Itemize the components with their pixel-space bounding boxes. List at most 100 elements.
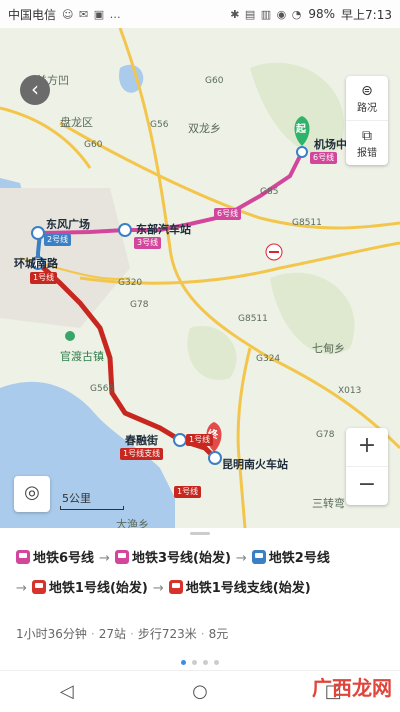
page-dot [214,660,219,665]
arrow-icon: → [152,581,164,596]
clock: 早上7:13 [341,7,392,22]
route-segment: 地铁1号线支线(始发) [168,580,311,596]
place-label: 三转弯 [312,497,345,510]
page-dot [203,660,208,665]
report-icon: ⧉ [362,127,372,144]
road-label: G320 [118,278,143,288]
road-label: X013 [338,386,362,396]
nav-home-button[interactable]: ○ [170,681,230,702]
map-canvas [0,28,400,528]
stop-count: 27站 [98,627,127,641]
zoom-out-button[interactable]: − [346,466,388,505]
sheet-handle[interactable] [190,532,210,535]
place-label: 官渡古镇 [60,350,104,363]
road-label: G8511 [292,218,322,228]
watermark: 广西龙网 [312,672,392,701]
zoom-control: + − [346,428,388,505]
crosshair-icon: ◎ [24,482,40,503]
watermark-text: 广西龙网 [312,676,392,700]
traffic-label: 路况 [357,102,377,114]
page-dot [192,660,197,665]
line-tag: 1号线 [30,272,58,284]
page-indicator[interactable] [0,650,400,669]
segment-label: 地铁6号线 [33,551,95,566]
map-side-panel: ⊜ 路况 ⧉ 报错 [346,76,388,165]
place-label: 双龙乡 [188,122,221,135]
line-tag: 6号线 [214,208,242,220]
highway [236,347,252,528]
segment-label: 地铁2号线 [268,551,330,566]
separator: · [90,627,95,641]
page-dot [181,660,186,665]
arrow-icon: → [16,581,27,596]
line-tag: 1号线 [186,434,214,446]
locate-button[interactable]: ◎ [14,476,50,512]
road-label: G78 [316,430,335,440]
route-segments: 地铁6号线 → 地铁3号线(始发) → 地铁2号线 → 地铁1号线(始发) → 地铁1号线支线(… [16,544,392,604]
station-dongbu-dot [118,223,132,237]
report-error-button[interactable]: ⧉ 报错 [346,120,388,165]
station-chunrong-dot [173,433,187,447]
place-label: 盘龙区 [60,116,93,129]
segment-label: 地铁1号线支线(始发) [185,581,311,596]
status-bar: 中国电信 ☺ ✉ ▣ … ✱ ▤ ▥ ◉ ◔ 98% 早上7:13 [0,0,400,28]
place-label: 七甸乡 [312,342,345,355]
route-map[interactable]: 羊方凹 盘龙区 双龙乡 七甸乡 官渡古镇 三转弯 大渔乡 G60 G56 G60… [0,28,400,528]
separator: · [200,627,205,641]
route-summary: 1小时36分钟 · 27站 · 步行723米 · 8元 [16,625,228,642]
station-airport-dot [296,146,308,158]
road-label: G85 [260,187,279,197]
place-label: 大渔乡 [116,518,149,528]
duration: 1小时36分钟 [16,627,87,641]
line-tag: 1号线 [174,486,202,498]
fare: 8元 [208,627,229,641]
traffic-button[interactable]: ⊜ 路况 [346,76,388,120]
arrow-icon: → [99,551,110,566]
road-label: G60 [84,140,103,150]
segment-label: 地铁1号线(始发) [48,581,148,596]
line-tag: 3号线 [134,237,162,249]
station-dongfeng-dot [31,226,45,240]
guandu-poi-icon [65,331,75,341]
metro-icon [251,550,266,564]
line-tag: 6号线 [310,152,338,164]
line-tag: 1号线支线 [120,448,164,460]
line-tag: 2号线 [44,234,72,246]
station-label-chunrong: 春融街 [125,434,158,447]
metro-icon [168,580,183,594]
system-icons: ✱ ▤ ▥ ◉ ◔ [230,7,303,21]
road-label: G324 [256,354,281,364]
road-label: G78 [130,300,149,310]
report-label: 报错 [357,147,377,159]
station-label-huancheng: 环城南路 [14,257,58,270]
notification-icons: ☺ ✉ ▣ … [62,7,122,21]
arrow-icon: → [235,551,247,566]
route-segment: 地铁1号线(始发) [31,580,148,596]
metro-icon [31,580,46,594]
road-label: G56 [150,120,169,130]
station-label-dongfeng: 东风广场 [46,218,90,231]
nav-back-button[interactable]: ◁ [37,681,97,702]
traffic-icon: ⊜ [361,82,373,99]
road-label: G60 [205,76,224,86]
segment-label: 地铁3号线(始发) [131,551,231,566]
metro-icon [114,550,129,564]
battery-level: 98% [308,7,336,21]
route-segment: 地铁2号线 [251,550,330,566]
scale-label: 5公里 [62,492,91,505]
zoom-in-button[interactable]: + [346,428,388,466]
back-button[interactable]: ‹ [20,75,50,105]
carrier-name: 中国电信 [8,7,57,22]
station-label-south-railway: 昆明南火车站 [222,458,288,471]
back-arrow-icon: ‹ [31,77,39,101]
walk-distance: 步行723米 [137,627,197,641]
green-area [187,326,237,380]
station-label-dongbu: 东部汽车站 [136,223,191,236]
metro-icon [16,550,30,564]
route-segment: 地铁6号线 [16,550,95,566]
road-label: G565 [90,384,115,394]
station-south-dot [208,451,222,465]
road-label: G8511 [238,314,268,324]
route-sheet[interactable]: 地铁6号线 → 地铁3号线(始发) → 地铁2号线 → 地铁1号线(始发) → 地铁1号线支线(… [0,528,400,670]
scale-bar [60,506,124,510]
